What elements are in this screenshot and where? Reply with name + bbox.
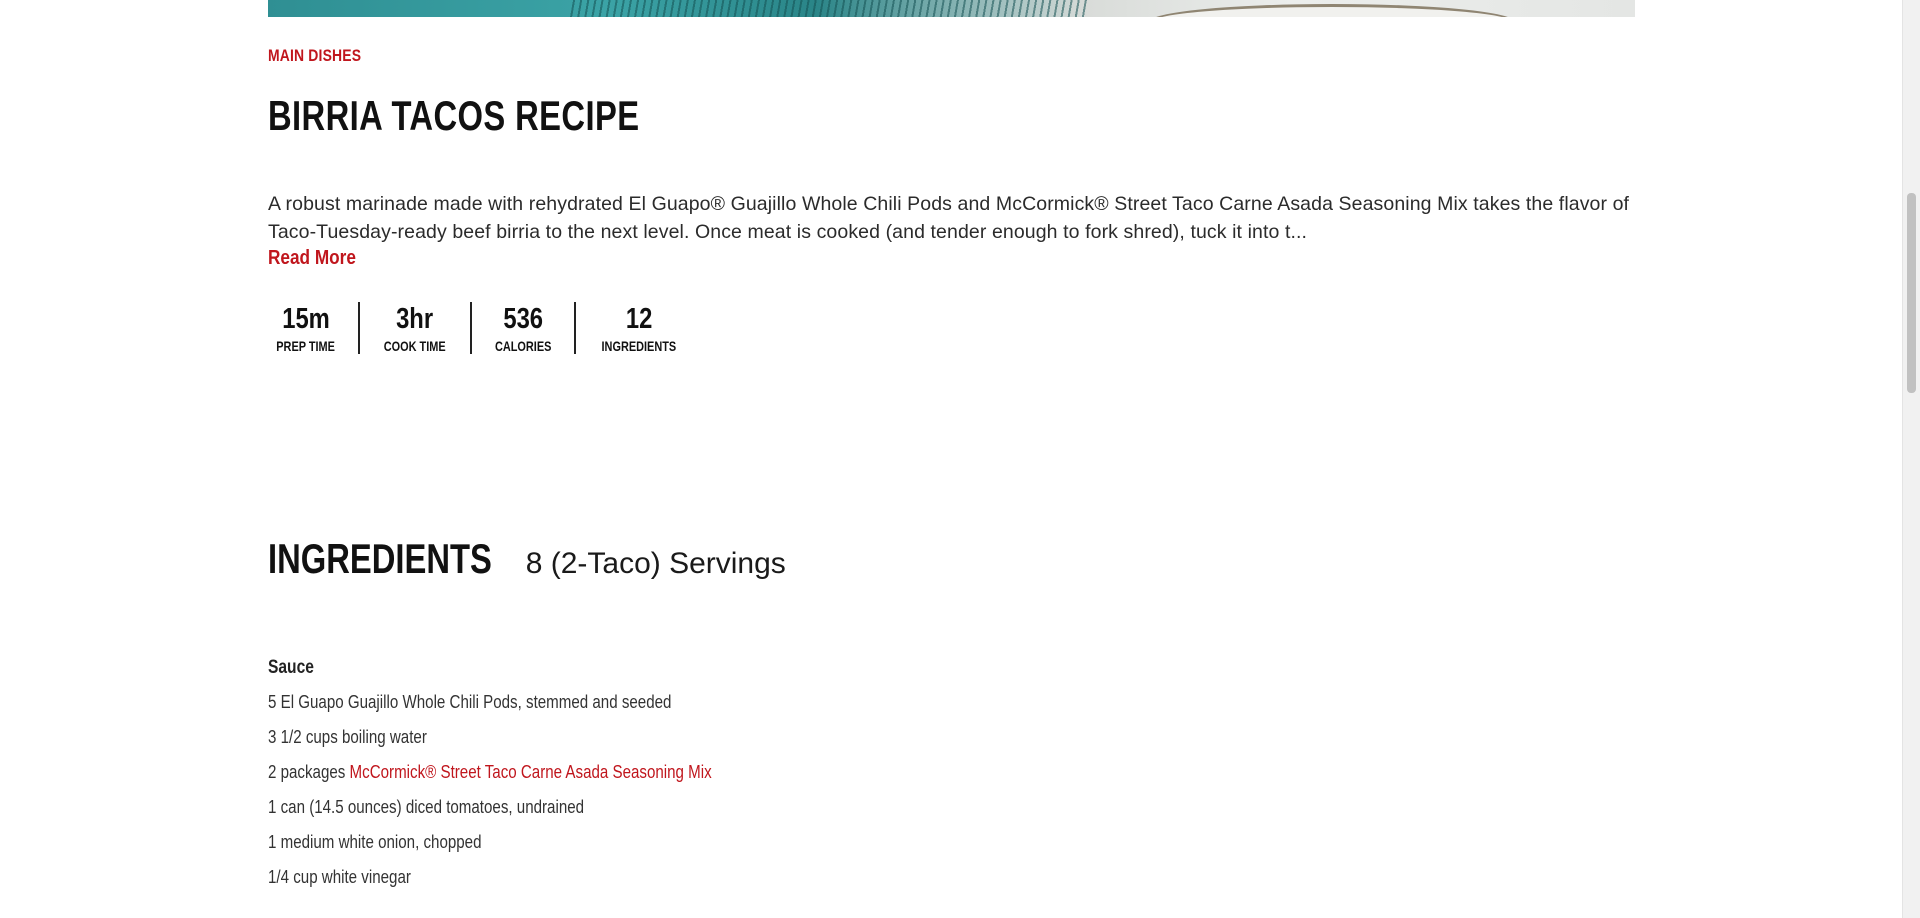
stat-cook-time: 3hr COOK TIME [358, 302, 469, 354]
ingredient-item: 1/4 cup white vinegar [268, 867, 411, 887]
ingredients-heading: INGREDIENTS 8 (2-Taco) Servings [268, 535, 786, 583]
ingredient-item: 5 El Guapo Guajillo Whole Chili Pods, st… [268, 692, 672, 712]
servings-count: 8 (2-Taco) Servings [525, 546, 786, 580]
stat-value: 15m [281, 303, 330, 335]
ingredient-item: 1 can (14.5 ounces) diced tomatoes, undr… [268, 797, 585, 817]
hero-towel-fringe [568, 0, 1088, 17]
scrollbar-thumb[interactable] [1907, 193, 1916, 393]
ingredient-list: 5 El Guapo Guajillo Whole Chili Pods, st… [268, 690, 796, 900]
recipe-description: A robust marinade made with rehydrated E… [268, 193, 1630, 243]
stat-label: CALORIES [494, 338, 551, 354]
recipe-title: BIRRIA TACOS RECIPE [268, 92, 640, 139]
stat-prep-time: 15m PREP TIME [268, 302, 358, 354]
hero-plate [1149, 4, 1515, 17]
ingredient-quantity: 2 packages [268, 762, 350, 782]
page-scrollbar[interactable] [1902, 0, 1920, 918]
recipe-stats: 15m PREP TIME 3hr COOK TIME 536 CALORIES… [268, 302, 702, 354]
ingredient-item: 2 packages McCormick® Street Taco Carne … [268, 760, 712, 795]
stat-value: 536 [502, 303, 543, 335]
ingredient-item: 3 1/2 cups boiling water [268, 727, 427, 747]
stat-label: INGREDIENTS [601, 338, 677, 354]
ingredient-product-link[interactable]: McCormick® Street Taco Carne Asada Seaso… [350, 762, 712, 782]
read-more-link[interactable]: Read More [268, 247, 356, 270]
stat-value: 3hr [396, 303, 434, 335]
ingredients-title: INGREDIENTS [268, 534, 492, 582]
category-link[interactable]: MAIN DISHES [268, 46, 361, 66]
stat-value: 12 [625, 303, 652, 335]
recipe-hero-image [268, 0, 1635, 17]
stat-label: PREP TIME [276, 338, 335, 354]
stat-ingredients: 12 INGREDIENTS [573, 302, 702, 354]
stat-label: COOK TIME [383, 338, 446, 354]
ingredient-item: 1 medium white onion, chopped [268, 832, 482, 852]
ingredient-section-title: Sauce [268, 657, 314, 678]
stat-calories: 536 CALORIES [469, 302, 574, 354]
